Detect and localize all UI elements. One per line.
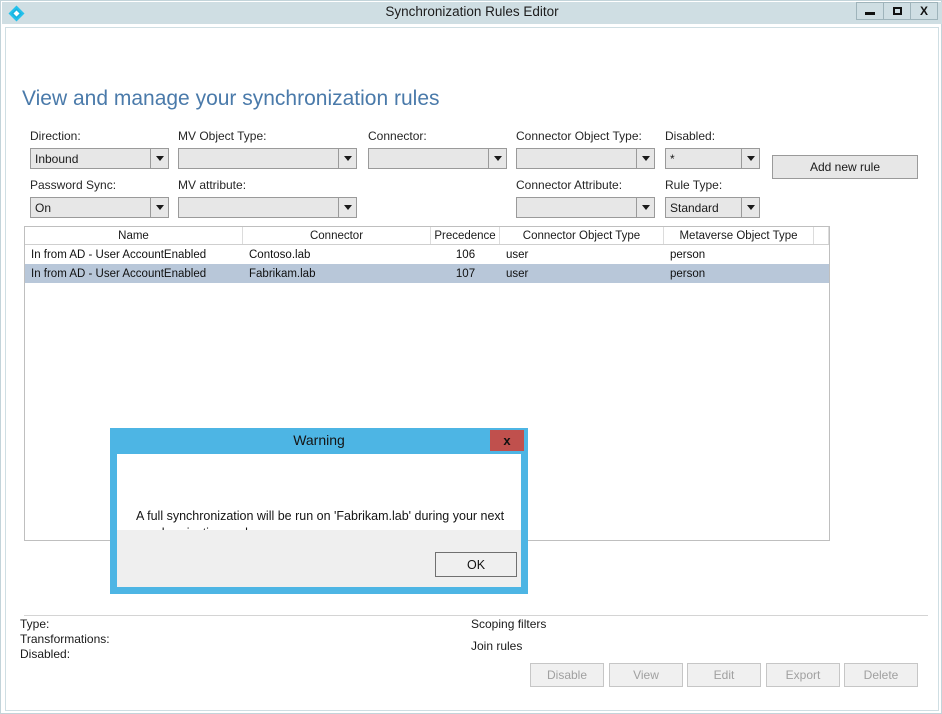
table-row[interactable]: In from AD - User AccountEnabled Contoso…	[25, 245, 829, 264]
window-controls: X	[856, 2, 938, 20]
mv-object-type-label: MV Object Type:	[178, 129, 267, 143]
dialog-ok-button[interactable]: OK	[435, 552, 517, 577]
details-divider	[24, 615, 928, 616]
cell-connector: Contoso.lab	[249, 248, 311, 261]
connector-object-type-label: Connector Object Type:	[516, 129, 642, 143]
window-title-bar: Synchronization Rules Editor X	[2, 2, 942, 24]
dialog-close-icon[interactable]: x	[490, 430, 524, 451]
disabled-filter-dropdown[interactable]: *	[665, 148, 760, 169]
disabled-filter-value: *	[670, 151, 675, 166]
warning-dialog: Warning x A full synchronization will be…	[110, 428, 528, 594]
direction-label: Direction:	[30, 129, 81, 143]
client-area: View and manage your synchronization rul…	[5, 27, 939, 711]
mv-object-type-value	[179, 149, 338, 168]
mv-attribute-label: MV attribute:	[178, 178, 247, 192]
column-header-name[interactable]: Name	[25, 227, 243, 244]
chevron-down-icon[interactable]	[338, 149, 356, 168]
connector-object-type-dropdown[interactable]	[516, 148, 655, 169]
delete-button[interactable]: Delete	[844, 663, 918, 687]
join-rules-label: Join rules	[471, 639, 523, 653]
dialog-body: A full synchronization will be run on 'F…	[117, 454, 521, 540]
chevron-down-icon[interactable]	[488, 149, 506, 168]
direction-value: Inbound	[35, 151, 79, 166]
rule-type-dropdown[interactable]: Standard	[665, 197, 760, 218]
connector-attribute-label: Connector Attribute:	[516, 178, 623, 192]
export-button[interactable]: Export	[766, 663, 840, 687]
maximize-button[interactable]	[883, 2, 911, 20]
minimize-button[interactable]	[856, 2, 884, 20]
cell-name: In from AD - User AccountEnabled	[31, 248, 207, 261]
column-header-connector-object-type[interactable]: Connector Object Type	[500, 227, 664, 244]
dialog-title: Warning	[293, 432, 345, 448]
view-button[interactable]: View	[609, 663, 683, 687]
chevron-down-icon[interactable]	[150, 198, 168, 217]
detail-type-label: Type:	[20, 617, 50, 631]
disabled-filter-label: Disabled:	[665, 129, 716, 143]
window-frame: Synchronization Rules Editor X View and …	[0, 0, 942, 714]
rule-type-value: Standard	[670, 200, 719, 215]
cell-filler	[814, 245, 829, 264]
column-header-connector[interactable]: Connector	[243, 227, 431, 244]
chevron-down-icon[interactable]	[338, 198, 356, 217]
connector-object-type-value	[517, 149, 636, 168]
connector-attribute-value	[517, 198, 636, 217]
cell-connector-object-type: user	[506, 267, 529, 280]
grid-header-row: Name Connector Precedence Connector Obje…	[25, 227, 829, 245]
chevron-down-icon[interactable]	[636, 198, 654, 217]
connector-label: Connector:	[368, 129, 427, 143]
add-new-rule-button[interactable]: Add new rule	[772, 155, 918, 179]
scoping-filters-label: Scoping filters	[471, 617, 547, 631]
cell-metaverse-object-type: person	[670, 248, 706, 261]
column-header-metaverse-object-type[interactable]: Metaverse Object Type	[664, 227, 814, 244]
chevron-down-icon[interactable]	[150, 149, 168, 168]
app-root: Synchronization Rules Editor X View and …	[0, 0, 942, 714]
detail-transformations-label: Transformations:	[20, 632, 110, 646]
page-title: View and manage your synchronization rul…	[22, 87, 440, 111]
window-title: Synchronization Rules Editor	[385, 4, 559, 19]
column-header-filler[interactable]	[814, 227, 829, 244]
chevron-down-icon[interactable]	[636, 149, 654, 168]
table-row[interactable]: In from AD - User AccountEnabled Fabrika…	[25, 264, 829, 283]
password-sync-label: Password Sync:	[30, 178, 117, 192]
cell-filler	[814, 264, 829, 283]
password-sync-dropdown[interactable]: On	[30, 197, 169, 218]
mv-object-type-dropdown[interactable]	[178, 148, 357, 169]
edit-button[interactable]: Edit	[687, 663, 761, 687]
connector-value	[369, 149, 488, 168]
cell-precedence: 107	[455, 267, 476, 280]
chevron-down-icon[interactable]	[741, 149, 759, 168]
cell-metaverse-object-type: person	[670, 267, 706, 280]
password-sync-value: On	[35, 200, 52, 215]
direction-dropdown[interactable]: Inbound	[30, 148, 169, 169]
column-header-precedence[interactable]: Precedence	[431, 227, 500, 244]
cell-name: In from AD - User AccountEnabled	[31, 267, 207, 280]
mv-attribute-value	[179, 198, 338, 217]
mv-attribute-dropdown[interactable]	[178, 197, 357, 218]
cell-precedence: 106	[455, 248, 476, 261]
rule-type-label: Rule Type:	[665, 178, 723, 192]
close-button[interactable]: X	[910, 2, 938, 20]
chevron-down-icon[interactable]	[741, 198, 759, 217]
dialog-footer: OK	[117, 530, 521, 587]
connector-dropdown[interactable]	[368, 148, 507, 169]
cell-connector: Fabrikam.lab	[249, 267, 316, 280]
detail-disabled-label: Disabled:	[20, 647, 71, 661]
dialog-title-bar: Warning x	[110, 428, 528, 454]
cell-connector-object-type: user	[506, 248, 529, 261]
disable-button[interactable]: Disable	[530, 663, 604, 687]
connector-attribute-dropdown[interactable]	[516, 197, 655, 218]
